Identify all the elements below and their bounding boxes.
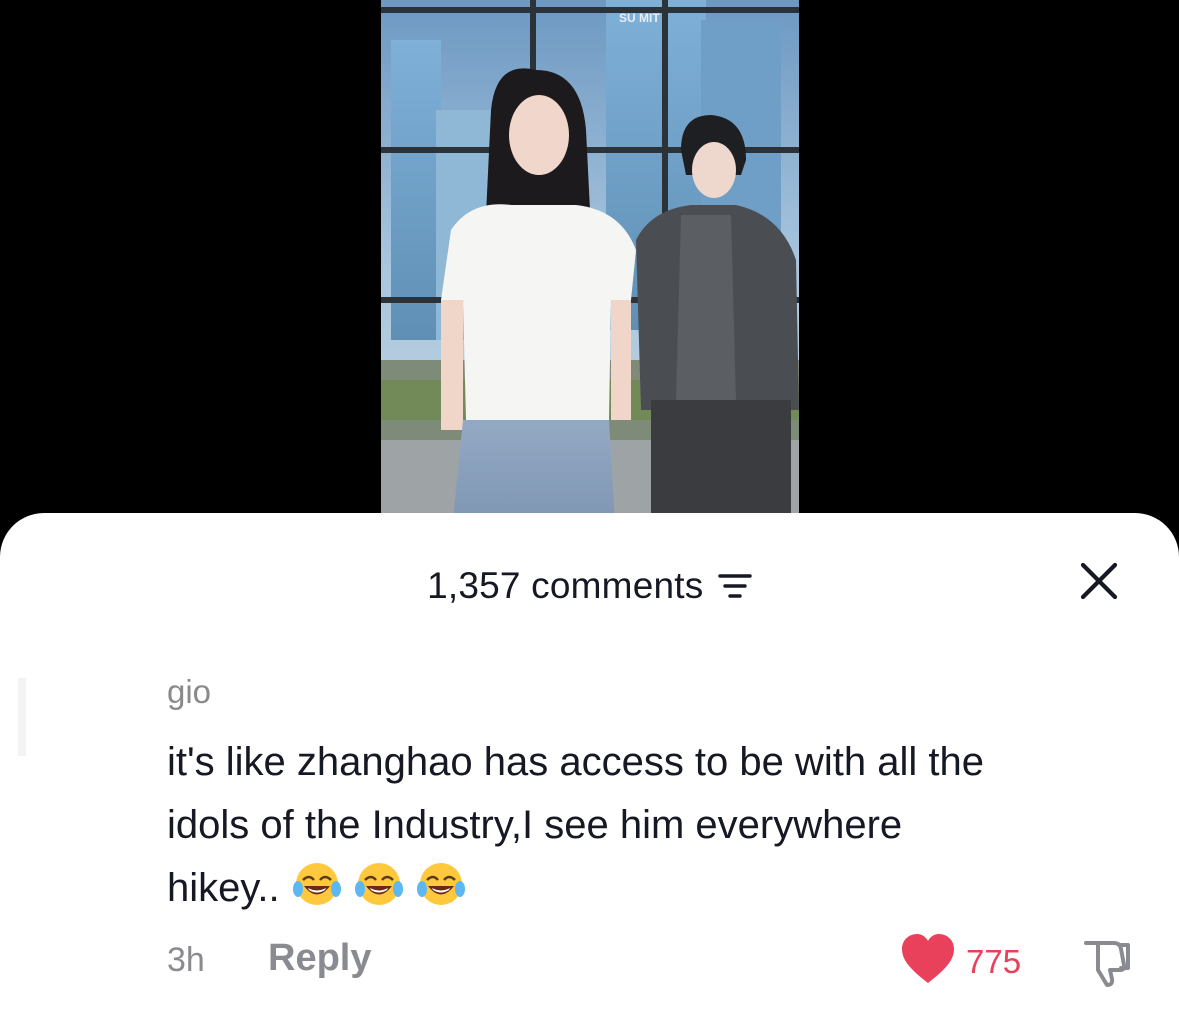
comment-text-line-last: hikey.. xyxy=(167,857,1157,920)
building-sign: SU MIT xyxy=(619,11,660,25)
heart-icon xyxy=(902,934,954,983)
comment-timestamp: 3h xyxy=(167,941,205,979)
face-with-tears-of-joy-icon xyxy=(354,863,403,905)
face-with-tears-of-joy-icon xyxy=(292,863,341,905)
sort-icon[interactable] xyxy=(718,571,752,601)
comment-username[interactable]: gio xyxy=(167,673,211,711)
thumbs-down-icon[interactable] xyxy=(1080,935,1134,989)
comment-text-tail: hikey.. xyxy=(167,866,280,910)
video-player[interactable]: SU MIT xyxy=(381,0,799,540)
comments-title-group[interactable]: 1,357 comments xyxy=(0,565,1179,607)
avatar[interactable] xyxy=(18,678,26,756)
face-with-tears-of-joy-icon xyxy=(416,863,465,905)
screen: SU MIT 1,357 comments gio it's like zhan… xyxy=(0,0,1179,1014)
reply-button[interactable]: Reply xyxy=(268,937,371,980)
comment-text-line: idols of the Industry,I see him everywhe… xyxy=(167,803,903,847)
like-count: 775 xyxy=(966,943,1022,980)
comment-text-line: it's like zhanghao has access to be with… xyxy=(167,740,984,784)
comments-sheet: 1,357 comments gio it's like zhanghao ha… xyxy=(0,513,1179,1014)
video-frame-illustration: SU MIT xyxy=(381,0,799,540)
close-icon[interactable] xyxy=(1077,559,1121,603)
comments-count: 1,357 comments xyxy=(427,565,704,606)
comment-item: gio it's like zhanghao has access to be … xyxy=(0,673,1179,993)
comment-text: it's like zhanghao has access to be with… xyxy=(167,731,1157,920)
comments-header: 1,357 comments xyxy=(0,562,1179,615)
